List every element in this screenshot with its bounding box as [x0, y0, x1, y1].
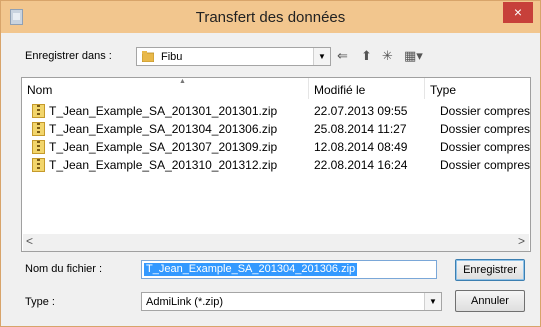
zip-folder-icon [32, 140, 45, 154]
file-type: Dossier compres [440, 122, 531, 136]
file-row[interactable]: T_Jean_Example_SA_201304_201306.zip 25.0… [32, 121, 532, 137]
scroll-right-icon[interactable]: > [518, 234, 525, 248]
file-list[interactable]: ▲ Nom Modifié le Type T_Jean_Example_SA_… [21, 77, 531, 252]
file-name: T_Jean_Example_SA_201307_201309.zip [49, 140, 278, 154]
file-row[interactable]: T_Jean_Example_SA_201310_201312.zip 22.0… [32, 157, 532, 173]
column-header-type[interactable]: Type [430, 83, 456, 97]
chevron-down-icon[interactable]: ▼ [313, 48, 330, 65]
title-bar[interactable]: Transfert des données × [1, 1, 540, 33]
filename-value[interactable]: T_Jean_Example_SA_201304_201306.zip [144, 263, 358, 276]
column-divider[interactable] [424, 78, 425, 99]
sort-ascending-icon: ▲ [179, 78, 186, 85]
zip-folder-icon [32, 158, 45, 172]
horizontal-scrollbar[interactable]: < > [23, 234, 529, 251]
save-button[interactable]: Enregistrer [455, 259, 525, 281]
file-modified: 22.07.2013 09:55 [314, 104, 408, 118]
view-menu-icon[interactable]: ▦▾ [404, 48, 423, 64]
file-name: T_Jean_Example_SA_201304_201306.zip [49, 122, 278, 136]
file-modified: 25.08.2014 11:27 [314, 122, 407, 136]
scroll-left-icon[interactable]: < [26, 234, 33, 248]
filetype-select[interactable]: AdmiLink (*.zip) ▼ [141, 292, 442, 311]
file-modified: 22.08.2014 16:24 [314, 158, 408, 172]
save-in-value: Fibu [161, 51, 183, 63]
save-in-combo[interactable]: Fibu ▼ [136, 47, 331, 66]
window-title: Transfert des données [195, 9, 346, 26]
file-type: Dossier compres [440, 158, 531, 172]
column-header-name[interactable]: Nom [27, 83, 52, 97]
column-divider[interactable] [308, 78, 309, 99]
file-type: Dossier compres [440, 140, 531, 154]
file-row[interactable]: T_Jean_Example_SA_201307_201309.zip 12.0… [32, 139, 532, 155]
filename-input[interactable]: T_Jean_Example_SA_201304_201306.zip [141, 260, 437, 279]
arrow-left-icon[interactable]: ⇐ [337, 48, 348, 64]
close-button[interactable]: × [503, 2, 533, 23]
save-in-label: Enregistrer dans : [25, 50, 112, 62]
column-header-modified[interactable]: Modifié le [314, 83, 365, 97]
filetype-label: Type : [25, 296, 55, 308]
zip-folder-icon [32, 104, 45, 118]
file-type: Dossier compres [440, 104, 531, 118]
file-modified: 12.08.2014 08:49 [314, 140, 408, 154]
file-name: T_Jean_Example_SA_201301_201301.zip [49, 104, 278, 118]
zip-folder-icon [32, 122, 45, 136]
file-row[interactable]: T_Jean_Example_SA_201301_201301.zip 22.0… [32, 103, 532, 119]
chevron-down-icon[interactable]: ▼ [424, 293, 441, 310]
folder-icon [142, 51, 154, 62]
save-dialog: Transfert des données × Enregistrer dans… [0, 0, 541, 327]
file-name: T_Jean_Example_SA_201310_201312.zip [49, 158, 278, 172]
folder-up-icon[interactable]: ⬆ [361, 48, 372, 64]
new-folder-icon[interactable]: ✳ [382, 48, 393, 64]
filetype-value: AdmiLink (*.zip) [146, 296, 224, 308]
filename-label: Nom du fichier : [25, 263, 103, 275]
cancel-button[interactable]: Annuler [455, 290, 525, 312]
